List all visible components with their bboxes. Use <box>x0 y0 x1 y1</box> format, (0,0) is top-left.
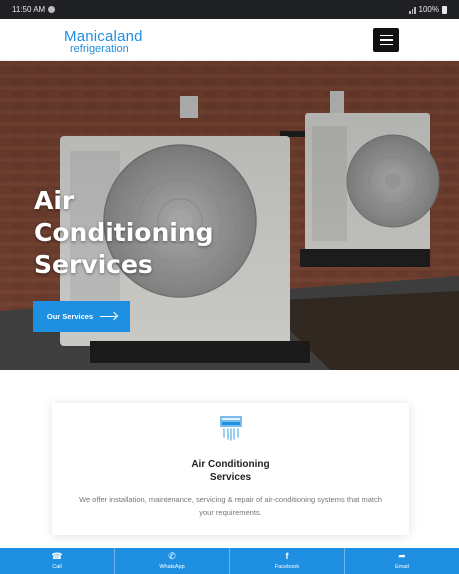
battery-percent: 100% <box>418 5 439 14</box>
service-card-title-line2: Services <box>209 472 252 483</box>
whatsapp-button[interactable]: ✆ WhatsApp <box>115 548 230 574</box>
bottom-contact-bar: ☎ Call ✆ WhatsApp f Facebook ➦ Email <box>0 548 459 574</box>
whatsapp-icon: ✆ <box>168 551 176 561</box>
air-conditioner-icon <box>220 416 242 441</box>
status-bar: 11:50 AM 100% <box>0 0 459 19</box>
email-button[interactable]: ➦ Email <box>345 548 459 574</box>
facebook-icon: f <box>285 551 289 561</box>
service-card[interactable]: Air Conditioning Services We offer insta… <box>52 403 409 535</box>
call-button[interactable]: ☎ Call <box>0 548 115 574</box>
service-card-description: We offer installation, maintenance, serv… <box>79 495 382 517</box>
phone-icon: ☎ <box>51 551 63 561</box>
site-header: Manicaland refrigeration <box>0 19 459 61</box>
email-icon: ➦ <box>398 551 406 561</box>
status-left: 11:50 AM <box>12 5 56 14</box>
service-card-title: Air Conditioning Services <box>52 458 409 484</box>
our-services-label: Our Services <box>46 312 94 321</box>
hero-section: Air Conditioning Services Our Services <box>0 61 459 370</box>
hero-title-line2: Conditioning <box>34 218 214 247</box>
hamburger-line <box>379 43 393 46</box>
status-time: 11:50 AM <box>12 5 46 14</box>
notification-icon <box>48 6 56 13</box>
whatsapp-label: WhatsApp <box>159 564 185 570</box>
logo-line1: Manicaland <box>64 28 143 45</box>
call-label: Call <box>52 564 62 570</box>
status-right: 100% <box>409 5 447 14</box>
battery-icon <box>442 5 447 14</box>
hero-title-line1: Air <box>34 186 75 215</box>
logo[interactable]: Manicaland refrigeration <box>64 29 143 55</box>
hamburger-menu-button[interactable] <box>373 28 399 52</box>
hamburger-icon <box>379 34 393 37</box>
hamburger-line <box>379 39 393 41</box>
facebook-button[interactable]: f Facebook <box>230 548 345 574</box>
hero-title-line3: Services <box>34 250 153 279</box>
service-card-title-line1: Air Conditioning <box>191 459 270 470</box>
signal-icon <box>409 6 416 14</box>
logo-line2: refrigeration <box>70 43 129 55</box>
arrow-right-icon <box>100 316 117 317</box>
hero-title: Air Conditioning Services <box>34 185 254 281</box>
email-label: Email <box>395 564 409 570</box>
our-services-button[interactable]: Our Services <box>33 301 130 332</box>
facebook-label: Facebook <box>274 564 300 570</box>
